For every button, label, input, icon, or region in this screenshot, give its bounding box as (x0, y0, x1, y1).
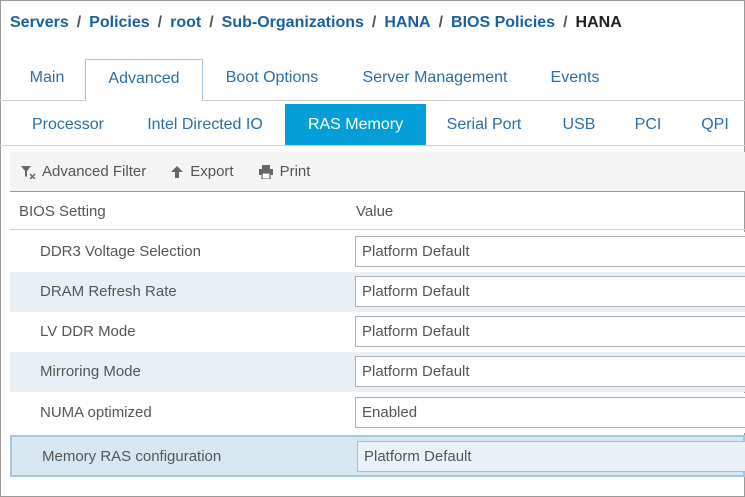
setting-label: DRAM Refresh Rate (40, 283, 177, 300)
table-row[interactable]: DDR3 Voltage Selection Platform Default (10, 232, 745, 272)
table-row[interactable]: Mirroring Mode Platform Default (10, 352, 745, 392)
main-tab-bar: Main Advanced Boot Options Server Manage… (0, 59, 745, 102)
setting-label: DDR3 Voltage Selection (40, 243, 201, 260)
subtab-serial-port[interactable]: Serial Port (436, 104, 532, 145)
breadcrumb-servers[interactable]: Servers (10, 14, 69, 32)
value-select[interactable]: Platform Default (355, 276, 745, 307)
tab-server-management[interactable]: Server Management (346, 59, 524, 101)
breadcrumb-separator: / (371, 14, 377, 31)
breadcrumb-root[interactable]: root (170, 14, 201, 32)
setting-label: NUMA optimized (40, 404, 152, 421)
advanced-filter-label: Advanced Filter (42, 163, 147, 180)
value-select[interactable]: Platform Default (355, 316, 745, 347)
subtab-processor[interactable]: Processor (16, 104, 120, 145)
print-button[interactable]: Print (258, 163, 311, 180)
tab-boot-options[interactable]: Boot Options (212, 59, 332, 101)
breadcrumb-separator: / (438, 14, 444, 31)
subtab-ras-memory[interactable]: RAS Memory (285, 104, 426, 145)
setting-label: Memory RAS configuration (42, 448, 222, 465)
tab-advanced[interactable]: Advanced (85, 59, 203, 102)
breadcrumb-separator: / (76, 14, 82, 31)
export-label: Export (190, 163, 234, 180)
export-button[interactable]: Export (170, 163, 234, 180)
table-row[interactable]: DRAM Refresh Rate Platform Default (10, 272, 745, 312)
value-select[interactable]: Platform Default (355, 236, 745, 267)
sub-tab-bar: Processor Intel Directed IO RAS Memory S… (0, 104, 745, 146)
value-select[interactable]: Platform Default (357, 441, 745, 472)
setting-label: Mirroring Mode (40, 363, 141, 380)
breadcrumb-bios-policies[interactable]: BIOS Policies (451, 14, 555, 32)
filter-icon (21, 165, 36, 179)
table-row-selected[interactable]: Memory RAS configuration Platform Defaul… (10, 435, 745, 477)
subtab-usb[interactable]: USB (548, 104, 610, 145)
breadcrumb: Servers / Policies / root / Sub-Organiza… (10, 12, 622, 34)
breadcrumb-separator: / (157, 14, 163, 31)
print-label: Print (279, 163, 311, 180)
breadcrumb-separator: / (563, 14, 568, 31)
breadcrumb-current: HANA (575, 14, 622, 31)
subtab-pci[interactable]: PCI (622, 104, 674, 145)
setting-label: LV DDR Mode (40, 323, 136, 340)
column-header-value[interactable]: Value (356, 203, 393, 220)
value-select[interactable]: Platform Default (355, 356, 745, 387)
breadcrumb-separator: / (209, 14, 214, 31)
tab-events[interactable]: Events (538, 59, 612, 101)
advanced-filter-button[interactable]: Advanced Filter (20, 163, 146, 180)
breadcrumb-hana[interactable]: HANA (384, 14, 430, 32)
column-header-bios-setting[interactable]: BIOS Setting (19, 203, 106, 220)
table-row[interactable]: LV DDR Mode Platform Default (10, 312, 745, 352)
subtab-qpi[interactable]: QPI (690, 104, 740, 145)
subtab-intel-directed-io[interactable]: Intel Directed IO (134, 104, 276, 145)
printer-icon (258, 164, 273, 179)
breadcrumb-policies[interactable]: Policies (89, 14, 149, 32)
value-select[interactable]: Enabled (355, 397, 745, 428)
table-row[interactable]: NUMA optimized Enabled (10, 393, 745, 433)
table-header: BIOS Setting Value (10, 193, 745, 230)
breadcrumb-sub-organizations[interactable]: Sub-Organizations (222, 14, 364, 32)
arrow-up-icon (171, 165, 184, 178)
tab-main[interactable]: Main (16, 59, 78, 101)
toolbar: Advanced Filter Export Print (10, 152, 745, 192)
